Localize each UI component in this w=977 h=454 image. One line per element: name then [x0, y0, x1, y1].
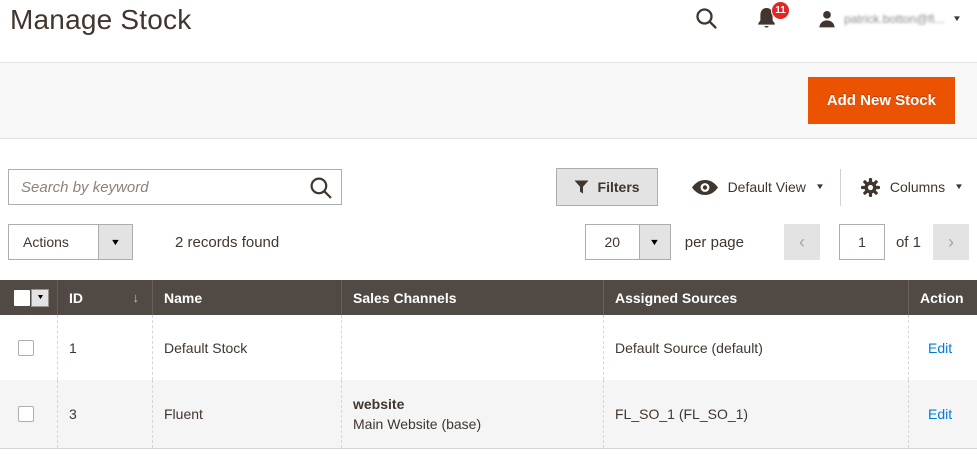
column-header-label: Name [164, 290, 202, 306]
column-header-id[interactable]: ID ↓ [57, 280, 152, 315]
per-page-label: per page [685, 234, 744, 251]
mass-actions: Actions ▼ 2 records found [8, 224, 279, 260]
channel-detail: Main Website (base) [353, 414, 481, 434]
action-cell: Edit [908, 380, 977, 448]
id-value: 1 [69, 340, 77, 356]
sort-descending-icon: ↓ [133, 290, 140, 305]
name-cell: Fluent [152, 380, 341, 448]
id-cell: 1 [57, 315, 152, 380]
actions-dropdown-label: Actions [8, 224, 98, 260]
channel-type: website [353, 394, 404, 414]
sales-channels-cell: website Main Website (base) [341, 380, 603, 448]
per-page-value: 20 [585, 224, 639, 260]
filters-label: Filters [598, 179, 640, 195]
column-header-name[interactable]: Name [152, 280, 341, 315]
header-actions: 11 patrick.botton@fl... ▼ [695, 7, 961, 30]
next-page-button[interactable]: › [933, 224, 969, 260]
previous-page-button[interactable]: ‹ [784, 224, 820, 260]
id-value: 3 [69, 406, 77, 422]
table-row: 1 Default Stock Default Source (default)… [0, 315, 977, 380]
assigned-sources-value: FL_SO_1 (FL_SO_1) [615, 406, 748, 422]
chevron-left-icon: ‹ [799, 233, 805, 251]
search-input[interactable] [9, 170, 341, 204]
select-all-checkbox[interactable]: ▼ [14, 289, 49, 307]
chevron-down-icon: ▼ [954, 183, 964, 191]
sales-channels-cell [341, 315, 603, 380]
search-icon [309, 176, 333, 200]
row-checkbox[interactable] [18, 340, 34, 356]
column-header-sales-channels[interactable]: Sales Channels [341, 280, 603, 315]
search-icon[interactable] [695, 7, 718, 30]
page-actions-band: Add New Stock [0, 62, 977, 139]
filters-button[interactable]: Filters [556, 168, 658, 206]
chevron-down-icon: ▼ [952, 15, 962, 23]
table-row: 3 Fluent website Main Website (base) FL_… [0, 380, 977, 448]
chevron-right-icon: › [948, 233, 954, 251]
row-select-cell [0, 315, 57, 380]
chevron-down-icon: ▼ [110, 238, 121, 247]
column-header-label: ID [69, 290, 83, 306]
columns-label: Columns [890, 179, 945, 195]
assigned-sources-cell: Default Source (default) [603, 315, 908, 380]
row-checkbox[interactable] [18, 406, 34, 422]
row-select-cell [0, 380, 57, 448]
select-all-header-cell: ▼ [0, 280, 57, 315]
actions-pagination-row: Actions ▼ 2 records found 20 ▼ per page … [8, 224, 969, 260]
keyword-search-box [8, 169, 342, 205]
search-submit-button[interactable] [307, 174, 335, 202]
records-found-text: 2 records found [175, 234, 279, 251]
name-value: Fluent [164, 406, 203, 422]
account-username: patrick.botton@fl... [844, 12, 944, 26]
name-value: Default Stock [164, 340, 247, 356]
funnel-icon [574, 180, 589, 194]
column-header-action[interactable]: Action [908, 280, 977, 315]
chevron-down-icon: ▼ [649, 238, 660, 247]
actions-dropdown[interactable]: Actions ▼ [8, 224, 133, 260]
stock-grid: ▼ ID ↓ Name Sales Channels Assigned Sour… [0, 280, 977, 449]
actions-dropdown-arrow: ▼ [98, 224, 133, 260]
account-menu[interactable]: patrick.botton@fl... ▼ [817, 9, 961, 29]
grid-controls-row: Filters Default View ▼ [8, 168, 969, 206]
pager: ‹ of 1 › [784, 224, 969, 260]
grid-header-row: ▼ ID ↓ Name Sales Channels Assigned Sour… [0, 280, 977, 315]
total-pages-text: of 1 [896, 234, 921, 251]
add-new-stock-button[interactable]: Add New Stock [808, 77, 955, 124]
gear-icon [861, 178, 880, 197]
pagination-controls: 20 ▼ per page ‹ of 1 › [585, 224, 969, 260]
edit-link[interactable]: Edit [928, 406, 952, 422]
page-header: Manage Stock 11 p [0, 0, 977, 62]
checkbox [14, 290, 30, 306]
columns-selector[interactable]: Columns ▼ [861, 178, 963, 197]
view-label: Default View [728, 179, 806, 195]
vertical-divider [840, 169, 841, 206]
chevron-down-icon: ▼ [815, 183, 825, 191]
per-page-dropdown-arrow: ▼ [639, 224, 671, 260]
chevron-down-icon: ▼ [36, 294, 45, 301]
per-page-dropdown[interactable]: 20 ▼ [585, 224, 671, 260]
select-options-arrow: ▼ [31, 289, 49, 307]
assigned-sources-value: Default Source (default) [615, 340, 763, 356]
column-header-label: Action [920, 290, 964, 306]
view-selector[interactable]: Default View ▼ [692, 179, 824, 195]
action-cell: Edit [908, 315, 977, 380]
user-icon [817, 9, 837, 29]
notification-count-badge: 11 [771, 1, 790, 20]
edit-link[interactable]: Edit [928, 340, 952, 356]
id-cell: 3 [57, 380, 152, 448]
column-header-label: Assigned Sources [615, 290, 737, 306]
column-header-label: Sales Channels [353, 290, 457, 306]
notifications-bell[interactable]: 11 [756, 7, 777, 30]
column-header-assigned-sources[interactable]: Assigned Sources [603, 280, 908, 315]
name-cell: Default Stock [152, 315, 341, 380]
current-page-input[interactable] [839, 224, 885, 260]
grid-view-controls: Filters Default View ▼ [556, 168, 969, 206]
assigned-sources-cell: FL_SO_1 (FL_SO_1) [603, 380, 908, 448]
eye-icon [692, 180, 718, 195]
